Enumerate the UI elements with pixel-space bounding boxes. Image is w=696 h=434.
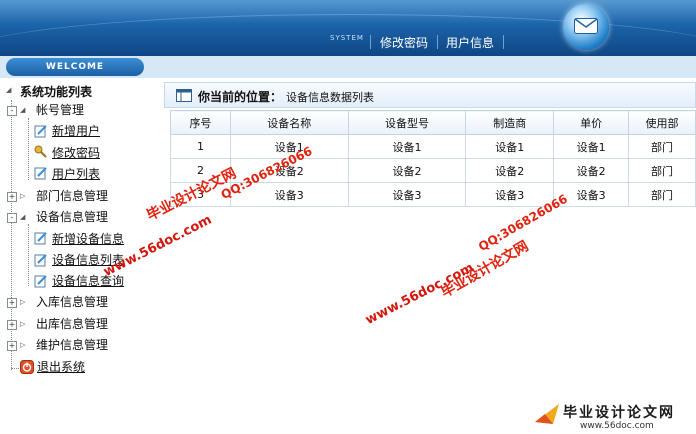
table-cell: 设备1: [465, 134, 555, 159]
column-header: 序号: [170, 110, 231, 135]
edit-icon: [34, 254, 47, 267]
table-cell: 设备3: [465, 182, 555, 207]
edit-icon: [34, 125, 47, 138]
collapsed-triangle-icon: ▷: [20, 341, 26, 349]
mail-icon[interactable]: [563, 4, 609, 50]
table-cell: 部门: [628, 182, 696, 207]
sidebar-group-label: 出库信息管理: [36, 317, 109, 331]
table-cell: 设备1: [553, 134, 630, 159]
sidebar-group-stock-in[interactable]: 入库信息管理: [36, 293, 108, 311]
expand-box-icon[interactable]: +: [7, 341, 17, 351]
sidebar-item-label: 退出系统: [37, 360, 86, 374]
window-icon: [176, 89, 192, 102]
table-cell: 1: [170, 134, 231, 159]
sidebar-group-label: 设备信息管理: [36, 210, 109, 224]
sidebar-group-equipment[interactable]: 设备信息管理: [36, 208, 108, 226]
column-header: 使用部: [628, 110, 696, 135]
sidebar-group-stock-out[interactable]: 出库信息管理: [36, 315, 108, 333]
edit-icon: [34, 167, 47, 180]
sidebar-item-logout[interactable]: 退出系统: [37, 358, 85, 376]
collapsed-triangle-icon: ▷: [20, 192, 26, 200]
site-logo-icon: [535, 404, 559, 424]
collapsed-triangle-icon: ▷: [20, 320, 26, 328]
table-cell: 设备1: [347, 134, 467, 159]
table-cell: 设备2: [553, 158, 630, 183]
expand-box-icon[interactable]: +: [7, 320, 17, 330]
table-row[interactable]: 1 设备1 设备1 设备1 设备1 部门: [170, 134, 696, 159]
sidebar-item-user-list[interactable]: 用户列表: [52, 165, 100, 183]
expanded-triangle-icon: ◢: [20, 106, 26, 114]
collapse-box-icon[interactable]: -: [7, 106, 17, 116]
table-cell: 设备2: [347, 158, 467, 183]
sidebar-item-add-equipment[interactable]: 新增设备信息: [52, 230, 124, 248]
footer-logo-url: www.56doc.com: [580, 421, 654, 431]
key-icon: [34, 145, 47, 158]
sidebar-group-maintenance[interactable]: 维护信息管理: [36, 336, 108, 354]
breadcrumb-current: 设备信息数据列表: [286, 91, 374, 104]
nav-separator: [370, 35, 371, 49]
table-cell: 设备2: [465, 158, 555, 183]
column-header: 制造商: [465, 110, 555, 135]
tree-line: [28, 118, 29, 180]
table-cell: 部门: [628, 158, 696, 183]
table-header-row: 序号 设备名称 设备型号 制造商 单价 使用部: [170, 110, 696, 135]
sidebar-group-label: 部门信息管理: [36, 189, 109, 203]
sidebar-item-label: 用户列表: [52, 167, 101, 181]
edit-icon: [34, 275, 47, 288]
footer-logo-title: 毕业设计论文网: [563, 405, 675, 421]
envelope-icon: [574, 18, 598, 34]
nav-change-password[interactable]: 修改密码: [380, 34, 428, 51]
sidebar-group-label: 维护信息管理: [36, 338, 109, 352]
nav-separator: [437, 35, 438, 49]
sidebar-item-add-user[interactable]: 新增用户: [52, 122, 100, 140]
tree-line: [28, 224, 29, 286]
logout-icon: [20, 360, 34, 374]
sidebar-item-label: 新增设备信息: [52, 232, 125, 246]
welcome-tab: WELCOME: [6, 58, 144, 76]
table-cell: 设备3: [347, 182, 467, 207]
system-label: SYSTEM: [330, 34, 364, 42]
breadcrumb-label: 你当前的位置：: [198, 90, 283, 104]
nav-user-info[interactable]: 用户信息: [446, 34, 494, 51]
welcome-text: WELCOME: [45, 62, 105, 72]
expand-box-icon[interactable]: +: [7, 192, 17, 202]
sidebar-item-label: 修改密码: [52, 146, 101, 160]
collapse-box-icon[interactable]: -: [7, 213, 17, 223]
sidebar-group-label: 入库信息管理: [36, 295, 109, 309]
sidebar-title: 系统功能列表: [20, 85, 93, 99]
expanded-triangle-icon: ◢: [20, 213, 26, 221]
sidebar-item-change-password[interactable]: 修改密码: [52, 144, 100, 162]
collapsed-triangle-icon: ▷: [20, 298, 26, 306]
column-header: 设备名称: [229, 110, 349, 135]
sidebar-group-account[interactable]: 帐号管理: [36, 101, 84, 119]
edit-icon: [34, 232, 47, 245]
collapse-triangle-icon: ◢: [6, 86, 12, 94]
equipment-table: 序号 设备名称 设备型号 制造商 单价 使用部 1 设备1 设备1 设备1 设备…: [170, 110, 696, 207]
sidebar-group-department[interactable]: 部门信息管理: [36, 187, 108, 205]
expand-box-icon[interactable]: +: [7, 298, 17, 308]
table-cell: 部门: [628, 134, 696, 159]
nav-separator: [503, 35, 504, 49]
column-header: 设备型号: [347, 110, 467, 135]
column-header: 单价: [553, 110, 630, 135]
sidebar-item-label: 新增用户: [52, 124, 101, 138]
sidebar-group-label: 帐号管理: [36, 103, 85, 117]
